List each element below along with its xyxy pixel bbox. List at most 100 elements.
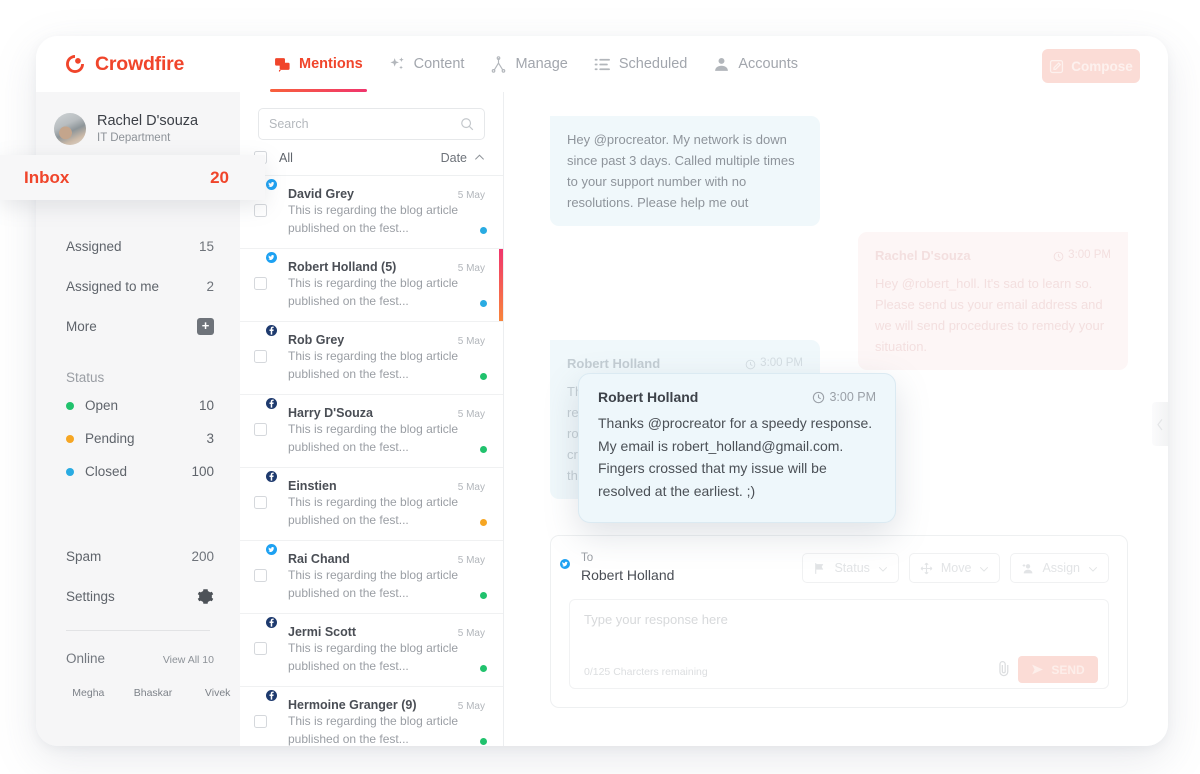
list-item[interactable]: Harry D'Souza 5 May This is regarding the … [240,395,503,468]
list-item-body: Robert Holland (5) 5 May This is regarding… [288,260,485,310]
compose-button[interactable]: Compose [1042,49,1140,83]
row-checkbox[interactable] [254,715,267,728]
sidebar-item-closed[interactable]: Closed 100 [36,455,240,488]
sidebar-item-settings[interactable]: Settings [36,576,240,616]
chat-bubbles-icon [274,56,291,73]
list-item-preview: This is regarding the blog article publi… [288,203,459,235]
list-item-name: Hermoine Granger (9) [288,698,417,712]
tab-accounts[interactable]: Accounts [713,36,798,92]
list-item-name: Rai Chand [288,552,350,566]
chevron-left-icon [1156,418,1164,431]
sidebar-item-inbox[interactable]: Inbox 20 [0,155,265,200]
search-input[interactable] [269,117,460,131]
reply-input-area[interactable]: Type your response here 0/125 Charcters … [569,599,1109,689]
row-checkbox[interactable] [254,496,267,509]
popup-time: 3:00 PM [812,390,876,404]
row-checkbox[interactable] [254,569,267,582]
sidebar-item-assigned-to-me[interactable]: Assigned to me 2 [36,266,240,306]
status-dropdown-button[interactable]: Status [802,553,899,584]
tab-content[interactable]: Content [389,36,465,92]
gear-icon[interactable] [197,588,214,605]
list-item-date: 5 May [457,555,485,566]
list-item[interactable]: Robert Holland (5) 5 May This is regarding… [240,249,503,322]
status-dot-closed [66,467,74,476]
send-button[interactable]: SEND [1018,656,1098,683]
reply-placeholder: Type your response here [584,612,728,627]
list-item-name: Einstien [288,479,337,493]
crowdfire-logo-icon [64,53,86,75]
row-checkbox[interactable] [254,204,267,217]
action-label: Move [940,561,972,576]
app-window: Crowdfire Mentions Content Manage Schedu… [36,36,1168,746]
status-label: Pending [85,431,135,447]
online-person-vivek[interactable]: Vivek [195,680,240,699]
search-box[interactable] [258,108,485,140]
sidebar-profile[interactable]: Rachel D'souza IT Department [36,92,240,146]
list-item[interactable]: Hermoine Granger (9) 5 May This is regardi… [240,687,503,746]
list-item-status-dot [480,373,487,380]
plus-icon[interactable]: + [197,317,214,335]
list-item-body: David Grey 5 May This is regarding the blo… [288,187,485,237]
compose-pencil-icon [1049,59,1064,74]
sidebar-item-spam[interactable]: Spam 200 [36,536,240,576]
sidebar-item-pending[interactable]: Pending 3 [36,422,240,455]
character-count: 0/125 Charcters remaining [584,666,708,678]
tab-mentions[interactable]: Mentions [270,36,367,92]
status-section-label: Status [66,370,105,386]
view-all-link[interactable]: View All 10 [163,654,214,666]
clock-icon [1053,250,1064,262]
recipient-info: To Robert Holland [581,551,674,585]
row-checkbox[interactable] [254,277,267,290]
list-item[interactable]: Rai Chand 5 May This is regarding the blog… [240,541,503,614]
online-header: Online View All 10 [36,651,240,666]
status-dot-open [66,401,74,410]
list-item-body: Jermi Scott 5 May This is regarding the bl… [288,625,485,675]
sidebar-item-more[interactable]: More + [36,306,240,346]
network-nodes-icon [490,55,507,73]
facebook-badge-icon [264,396,279,411]
list-item-body: Einstien 5 May This is regarding the blog … [288,479,485,529]
avatar [54,113,86,146]
row-checkbox[interactable] [254,423,267,436]
assign-dropdown-button[interactable]: Assign [1010,553,1109,584]
row-checkbox[interactable] [254,350,267,363]
list-item[interactable]: David Grey 5 May This is regarding the blo… [240,176,503,249]
chevron-down-icon [1088,563,1098,573]
send-arrow-icon [1031,663,1044,676]
message-popup-card: Robert Holland 3:00 PM Thanks @procreato… [578,373,896,523]
clock-icon [812,391,825,404]
tab-scheduled[interactable]: Scheduled [594,36,687,92]
list-item-status-dot [480,738,487,745]
list-item-name: Harry D'Souza [288,406,373,420]
tab-label: Content [413,56,465,72]
list-item[interactable]: Jermi Scott 5 May This is regarding the bl… [240,614,503,687]
list-item-name: David Grey [288,187,355,201]
popup-author: Robert Holland [598,389,699,405]
popup-text: Thanks @procreator for a speedy response… [598,415,873,500]
sort-by-date[interactable]: Date [441,151,485,165]
status-count: 100 [191,464,214,480]
tab-manage[interactable]: Manage [490,36,568,92]
list-item[interactable]: Rob Grey 5 May This is regarding the blog … [240,322,503,395]
nav-label: More [66,318,97,334]
online-person-bhaskar[interactable]: Bhaskar [131,680,176,699]
clock-icon [745,358,756,370]
status-label: Closed [85,464,128,480]
top-bar: Crowdfire Mentions Content Manage Schedu… [36,36,1168,92]
sidebar-item-assigned[interactable]: Assigned 15 [36,226,240,266]
list-item-preview: This is regarding the blog article publi… [288,495,459,527]
row-checkbox[interactable] [254,642,267,655]
move-dropdown-button[interactable]: Move [908,553,1001,584]
paperclip-icon[interactable] [995,660,1012,682]
online-person-megha[interactable]: Megha [66,680,111,699]
list-item[interactable]: Einstien 5 May This is regarding the blog … [240,468,503,541]
sidebar-item-open[interactable]: Open 10 [36,389,240,422]
list-item-body: Harry D'Souza 5 May This is regarding the … [288,406,485,456]
search-icon[interactable] [460,117,474,131]
brand-logo[interactable]: Crowdfire [64,53,244,76]
status-count: 10 [198,398,214,414]
composer-actions: Status Move Assign [802,553,1109,584]
to-name: Robert Holland [581,567,675,584]
panel-collapse-handle[interactable] [1152,402,1168,446]
message-bubble-incoming-first: Hey @procreator. My network is down sinc… [550,116,820,227]
